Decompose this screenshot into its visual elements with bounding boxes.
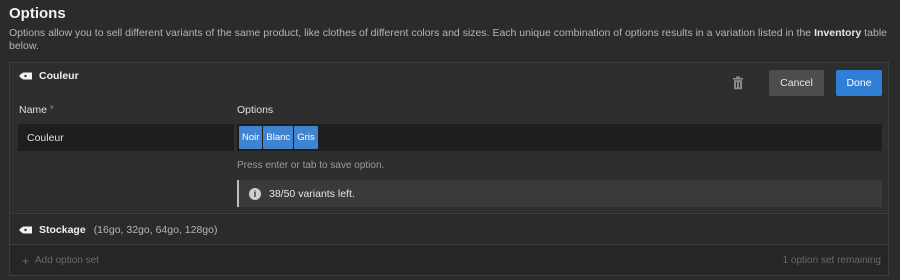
- option-set-editor: Couleur Cancel Done Name* Options Noir B…: [10, 63, 888, 214]
- tag-icon: [19, 72, 32, 80]
- add-option-set-button[interactable]: + Add option set: [22, 254, 99, 268]
- option-chip-gris[interactable]: Gris: [294, 126, 318, 149]
- cancel-button[interactable]: Cancel: [769, 70, 824, 96]
- page-description: Options allow you to sell different vari…: [9, 27, 889, 53]
- option-set-footer: + Add option set 1 option set remaining: [10, 246, 888, 275]
- variants-info-box: i 38/50 variants left.: [237, 180, 882, 207]
- options-panel: Couleur Cancel Done Name* Options Noir B…: [9, 62, 889, 276]
- description-text-before: Options allow you to sell different vari…: [9, 27, 815, 39]
- option-chip-noir[interactable]: Noir: [239, 126, 263, 149]
- done-button[interactable]: Done: [836, 70, 882, 96]
- trash-icon[interactable]: [731, 76, 745, 90]
- option-chip-blanc[interactable]: Blanc: [263, 126, 294, 149]
- option-name-field[interactable]: [18, 124, 234, 151]
- name-label-text: Name: [19, 104, 48, 116]
- option-values-input[interactable]: Noir Blanc Gris: [237, 124, 882, 151]
- plus-icon: +: [22, 253, 30, 268]
- option-set-header: Couleur: [19, 70, 79, 82]
- option-set-title: Couleur: [39, 70, 79, 82]
- option-hint: Press enter or tab to save option.: [237, 160, 385, 171]
- remaining-count: 1 option set remaining: [782, 255, 881, 266]
- add-option-set-label: Add option set: [35, 255, 99, 266]
- stockage-values: (16go, 32go, 64go, 128go): [93, 223, 218, 236]
- variants-left-text: 38/50 variants left.: [269, 187, 355, 200]
- name-label: Name *: [19, 104, 54, 116]
- page-title: Options: [9, 5, 66, 22]
- inventory-link-text: Inventory: [814, 27, 862, 39]
- options-label: Options: [237, 104, 274, 116]
- option-set-stockage[interactable]: Stockage (16go, 32go, 64go, 128go): [10, 215, 888, 245]
- stockage-title: Stockage: [39, 223, 86, 236]
- info-icon: i: [249, 187, 261, 200]
- tag-icon: [19, 226, 32, 233]
- required-mark: *: [50, 104, 54, 114]
